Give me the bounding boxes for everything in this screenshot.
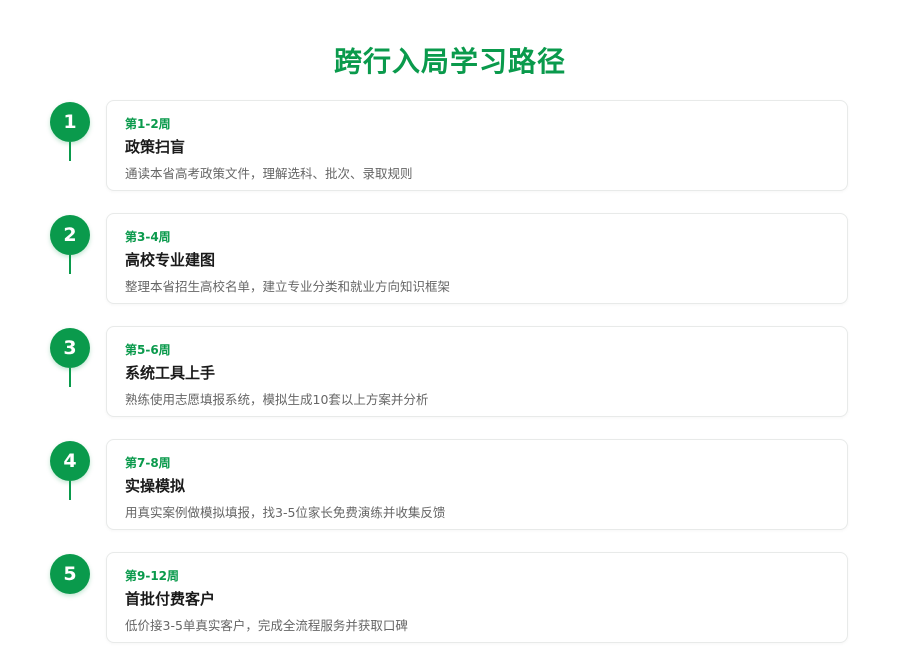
step-description: 通读本省高考政策文件，理解选科、批次、录取规则 (125, 166, 413, 181)
step-card: 第7-8周 实操模拟 用真实案例做模拟填报，找3-5位家长免费演练并收集反馈 (106, 439, 848, 530)
step-week-label: 第1-2周 (125, 117, 171, 131)
timeline-connector (69, 481, 71, 500)
step-card: 第5-6周 系统工具上手 熟练使用志愿填报系统，模拟生成10套以上方案并分析 (106, 326, 848, 417)
timeline-connector (69, 368, 71, 387)
step-title: 系统工具上手 (125, 364, 216, 382)
step-week-label: 第7-8周 (125, 456, 171, 470)
page-title: 跨行入局学习路径 (333, 45, 566, 78)
step-number-badge: 4 (50, 441, 90, 481)
step-week-label: 第9-12周 (125, 569, 180, 583)
step-week-label: 第3-4周 (125, 230, 171, 244)
step-title: 高校专业建图 (125, 251, 216, 269)
step-number-badge: 2 (50, 215, 90, 255)
step-description: 整理本省招生高校名单，建立专业分类和就业方向知识框架 (125, 279, 451, 294)
timeline-step-3: 3 第5-6周 系统工具上手 熟练使用志愿填报系统，模拟生成10套以上方案并分析 (0, 326, 900, 419)
step-number-badge: 5 (50, 554, 90, 594)
step-week-label: 第5-6周 (125, 343, 171, 357)
timeline-step-4: 4 第7-8周 实操模拟 用真实案例做模拟填报，找3-5位家长免费演练并收集反馈 (0, 439, 900, 532)
step-card: 第1-2周 政策扫盲 通读本省高考政策文件，理解选科、批次、录取规则 (106, 100, 848, 191)
timeline-step-1: 1 第1-2周 政策扫盲 通读本省高考政策文件，理解选科、批次、录取规则 (0, 100, 900, 193)
step-description: 熟练使用志愿填报系统，模拟生成10套以上方案并分析 (125, 392, 429, 407)
step-card: 第9-12周 首批付费客户 低价接3-5单真实客户，完成全流程服务并获取口碑 (106, 552, 848, 643)
step-number-badge: 3 (50, 328, 90, 368)
step-title: 实操模拟 (125, 477, 186, 495)
step-title: 政策扫盲 (125, 138, 186, 156)
step-description: 用真实案例做模拟填报，找3-5位家长免费演练并收集反馈 (125, 505, 446, 520)
timeline-step-5: 5 第9-12周 首批付费客户 低价接3-5单真实客户，完成全流程服务并获取口碑 (0, 552, 900, 645)
step-card: 第3-4周 高校专业建图 整理本省招生高校名单，建立专业分类和就业方向知识框架 (106, 213, 848, 304)
timeline-connector (69, 142, 71, 161)
step-title: 首批付费客户 (125, 590, 216, 608)
step-number-badge: 1 (50, 102, 90, 142)
timeline-step-2: 2 第3-4周 高校专业建图 整理本省招生高校名单，建立专业分类和就业方向知识框… (0, 213, 900, 306)
timeline-connector (69, 255, 71, 274)
step-description: 低价接3-5单真实客户，完成全流程服务并获取口碑 (125, 618, 408, 633)
